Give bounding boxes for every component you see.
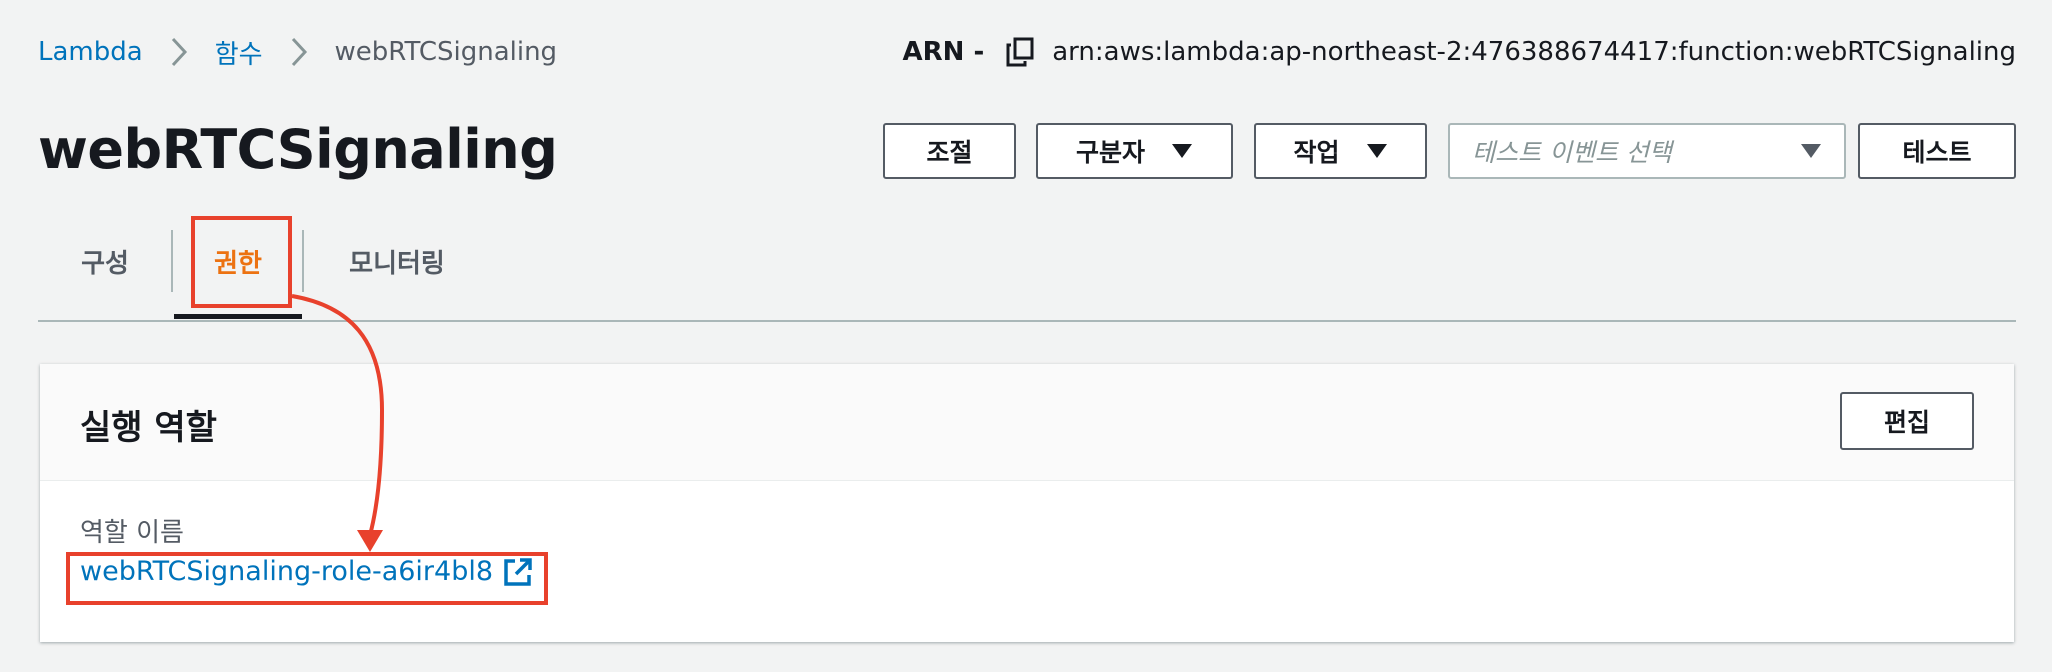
annotation-arrow (291, 294, 385, 552)
